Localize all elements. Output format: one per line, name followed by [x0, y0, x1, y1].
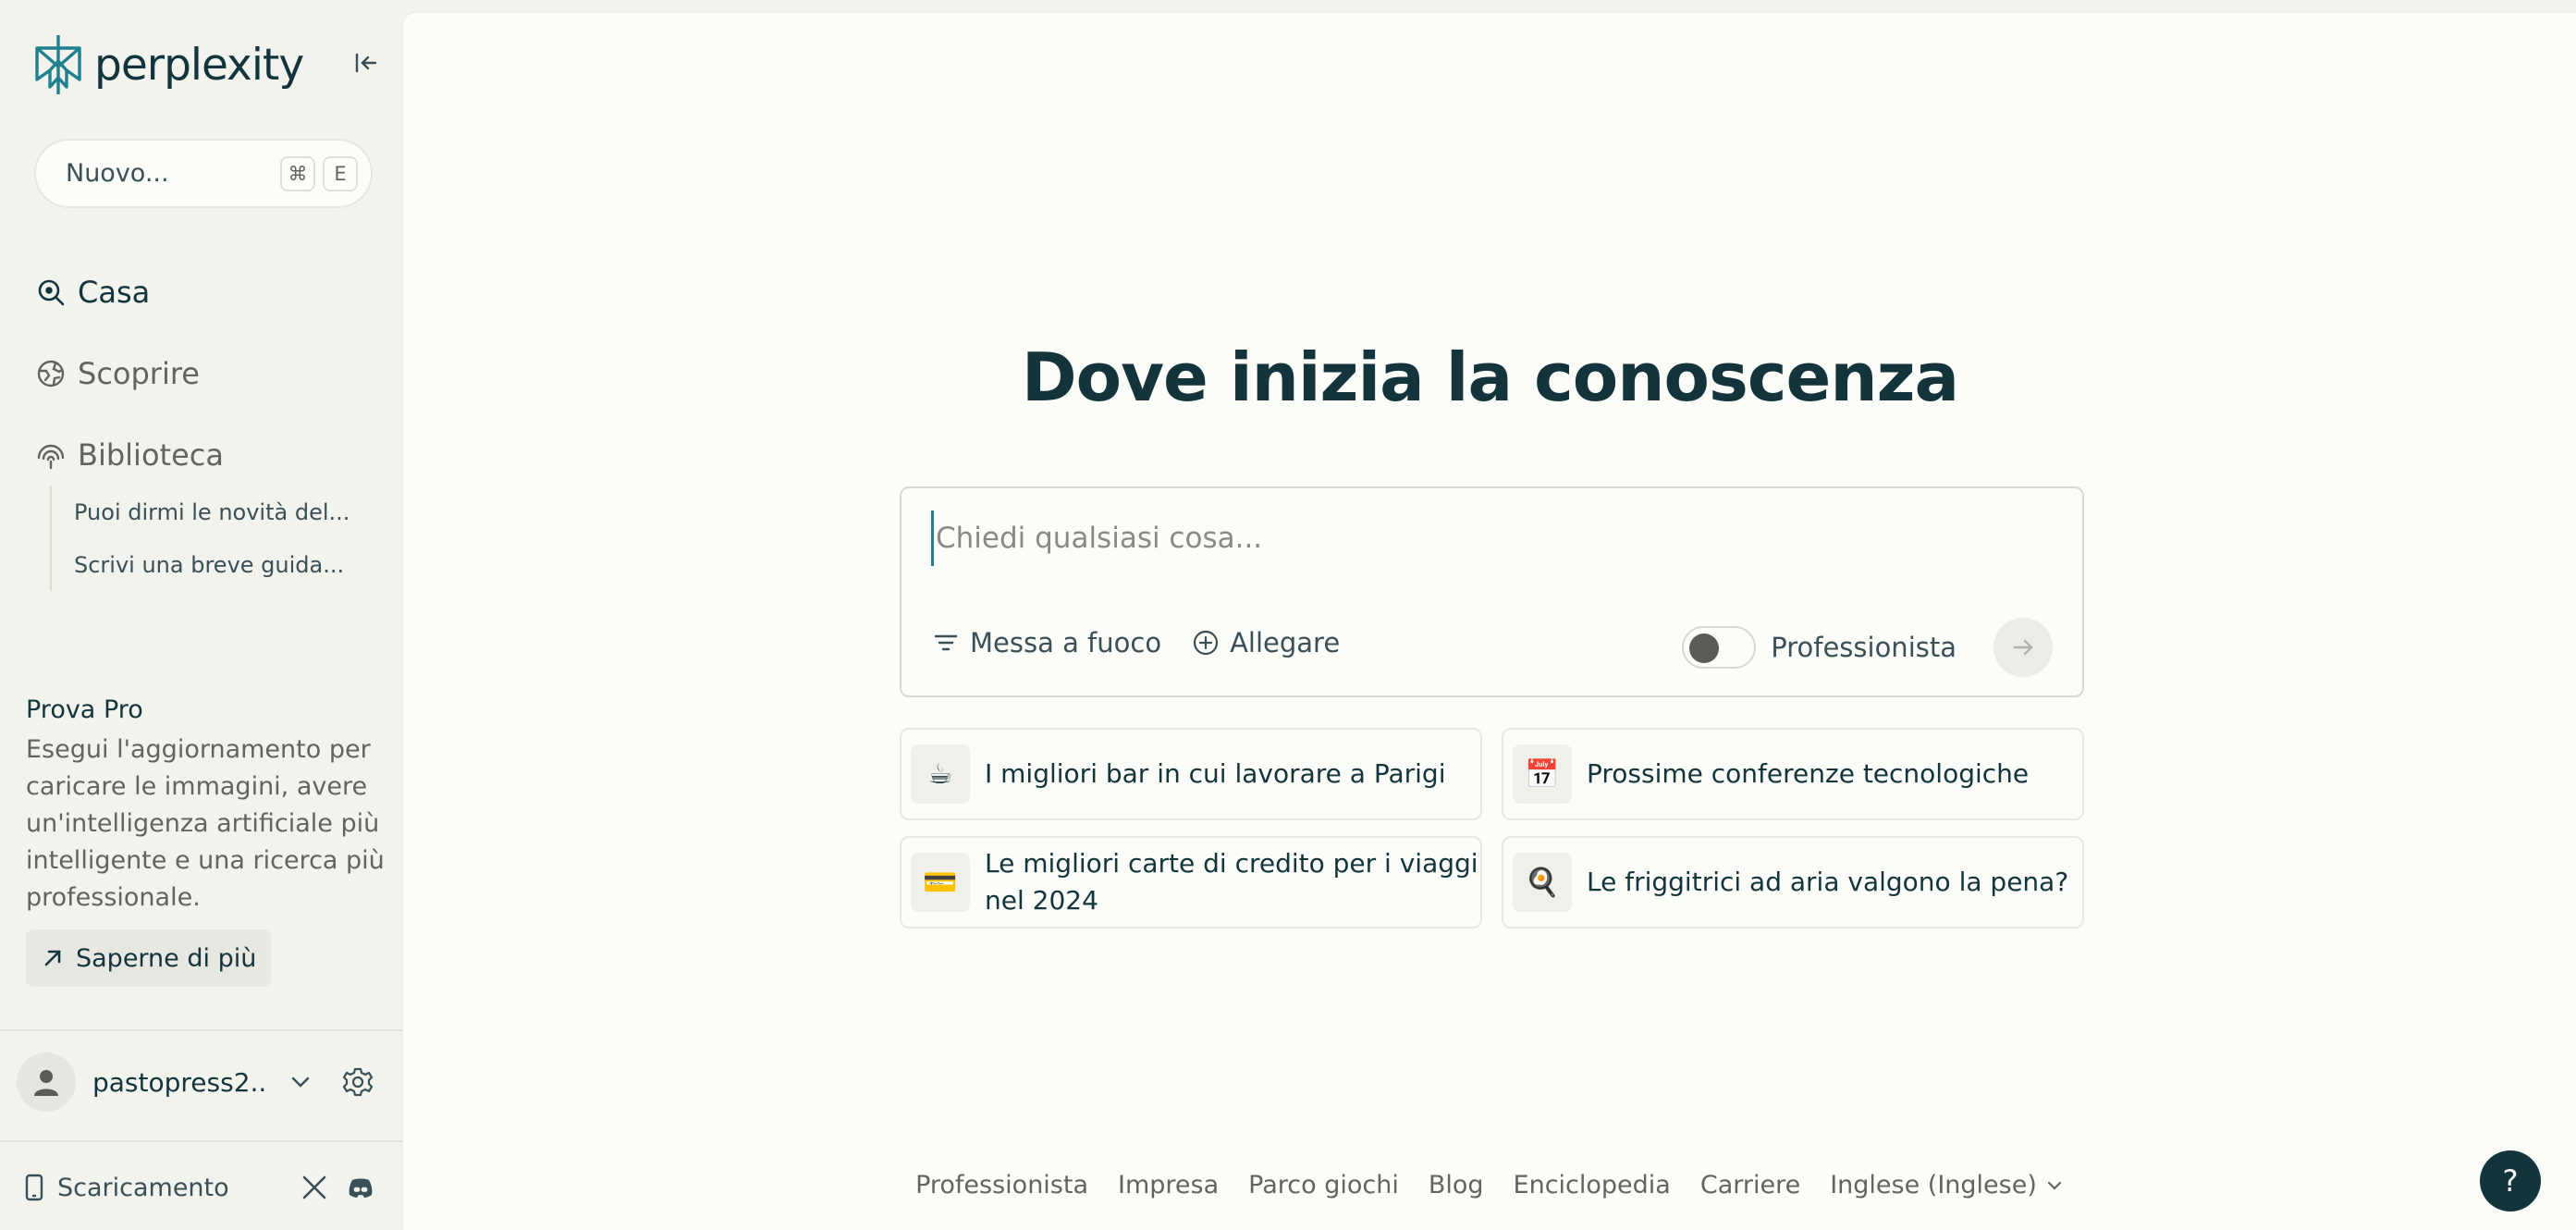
pro-toggle-label: Professionista	[1771, 632, 1957, 663]
library-thread-list: Puoi dirmi le novità del... Scrivi una b…	[50, 486, 350, 591]
footer-link-enterprise[interactable]: Impresa	[1118, 1171, 1219, 1199]
coffee-icon: ☕	[911, 744, 970, 804]
language-label: Inglese (Inglese)	[1830, 1171, 2037, 1199]
attach-button[interactable]: Allegare	[1193, 627, 1340, 658]
footer-link-encyclopedia[interactable]: Enciclopedia	[1514, 1171, 1671, 1199]
chevron-down-icon	[2047, 1181, 2061, 1190]
search-icon	[38, 279, 65, 306]
user-menu[interactable]: pastopress2...	[17, 1052, 386, 1112]
plus-circle-icon	[1193, 630, 1219, 656]
footer-link-blog[interactable]: Blog	[1429, 1171, 1484, 1199]
username: pastopress2...	[92, 1066, 268, 1098]
footer-link-playground[interactable]: Parco giochi	[1248, 1171, 1399, 1199]
globe-icon	[37, 360, 65, 387]
suggestion-card[interactable]: ☕ I migliori bar in cui lavorare a Parig…	[900, 728, 1482, 820]
suggestion-card[interactable]: 🍳 Le friggitrici ad aria valgono la pena…	[1502, 836, 2084, 929]
footer: Professionista Impresa Parco giochi Blog…	[403, 1171, 2576, 1199]
suggestion-card[interactable]: 📅 Prossime conferenze tecnologiche	[1502, 728, 2084, 820]
mobile-device-icon	[25, 1174, 43, 1201]
pro-upsell: Prova Pro Esegui l'aggiornamento per car…	[26, 695, 386, 987]
suggestion-text: Prossime conferenze tecnologiche	[1587, 758, 2030, 789]
library-icon	[37, 444, 65, 470]
suggestion-text: I migliori bar in cui lavorare a Parigi	[985, 758, 1446, 789]
calendar-icon: 📅	[1513, 744, 1572, 804]
main-panel: Dove inizia la conoscenza Messa a fuoco …	[402, 12, 2576, 1230]
logo[interactable]: perplexity	[31, 33, 304, 96]
credit-card-icon: 💳	[911, 853, 970, 912]
language-selector[interactable]: Inglese (Inglese)	[1830, 1171, 2065, 1199]
frying-pan-icon: 🍳	[1513, 853, 1572, 912]
sidebar-item-scoprire[interactable]: Scoprire	[35, 333, 224, 414]
logo-text: perplexity	[94, 39, 304, 91]
sidebar-item-label: Casa	[78, 275, 151, 310]
suggestion-text: Le migliori carte di credito per i viagg…	[985, 848, 1478, 916]
new-thread-label: Nuovo...	[66, 159, 169, 188]
sidebar-divider	[0, 1029, 402, 1031]
suggestion-card[interactable]: 💳 Le migliori carte di credito per i via…	[900, 836, 1482, 929]
help-button[interactable]: ?	[2480, 1150, 2541, 1212]
search-input[interactable]	[931, 510, 2041, 566]
sidebar-item-casa[interactable]: Casa	[35, 252, 224, 333]
focus-button[interactable]: Messa a fuoco	[933, 627, 1161, 658]
sidebar-item-label: Scoprire	[78, 356, 200, 391]
x-twitter-icon[interactable]	[300, 1173, 329, 1202]
library-thread-item[interactable]: Puoi dirmi le novità del...	[74, 486, 350, 538]
learn-more-button[interactable]: Saperne di più	[26, 929, 272, 987]
search-box: Messa a fuoco Allegare Professionista	[900, 486, 2084, 697]
sidebar-nav: Casa Scoprire Biblioteca	[35, 252, 224, 496]
focus-label: Messa a fuoco	[970, 627, 1162, 658]
sidebar: perplexity Nuovo... ⌘ E Casa Scoprire Bi…	[0, 0, 402, 1230]
gear-icon[interactable]	[342, 1066, 374, 1098]
submit-button[interactable]	[1993, 618, 2053, 677]
sidebar-divider	[0, 1140, 402, 1142]
shortcut-key-e: E	[323, 155, 358, 191]
attach-label: Allegare	[1230, 627, 1341, 658]
pro-upsell-title: Prova Pro	[26, 695, 143, 724]
chevron-down-icon[interactable]	[287, 1068, 314, 1096]
footer-link-pro[interactable]: Professionista	[915, 1171, 1088, 1199]
app-root: perplexity Nuovo... ⌘ E Casa Scoprire Bi…	[0, 0, 2576, 1230]
perplexity-logo-icon	[35, 35, 81, 94]
page-title: Dove inizia la conoscenza	[1021, 338, 1959, 416]
shortcut-key-cmd: ⌘	[280, 155, 315, 191]
avatar[interactable]	[17, 1052, 76, 1112]
sidebar-item-label: Biblioteca	[78, 437, 224, 473]
download-link[interactable]: Scaricamento	[57, 1174, 283, 1202]
filter-icon	[934, 634, 958, 651]
pro-toggle[interactable]	[1682, 626, 1757, 669]
new-thread-button[interactable]: Nuovo... ⌘ E	[34, 139, 373, 208]
search-tools: Messa a fuoco Allegare	[933, 627, 1371, 658]
pro-toggle-group: Professionista	[1682, 618, 2053, 677]
arrow-right-icon	[2013, 639, 2033, 656]
collapse-sidebar-button[interactable]	[350, 46, 383, 80]
user-icon	[34, 1070, 58, 1096]
arrow-up-right-icon	[44, 950, 61, 966]
toggle-knob	[1689, 633, 1720, 663]
footer-link-careers[interactable]: Carriere	[1700, 1171, 1800, 1199]
download-row: Scaricamento	[22, 1167, 392, 1208]
learn-more-label: Saperne di più	[76, 943, 257, 973]
library-thread-item[interactable]: Scrivi una breve guida...	[74, 538, 350, 591]
sidebar-item-biblioteca[interactable]: Biblioteca	[35, 414, 224, 496]
pro-upsell-description: Esegui l'aggiornamento per caricare le i…	[26, 735, 385, 912]
suggestion-text: Le friggitrici ad aria valgono la pena?	[1587, 867, 2069, 897]
discord-icon[interactable]	[346, 1173, 375, 1202]
collapse-left-icon	[355, 53, 377, 73]
